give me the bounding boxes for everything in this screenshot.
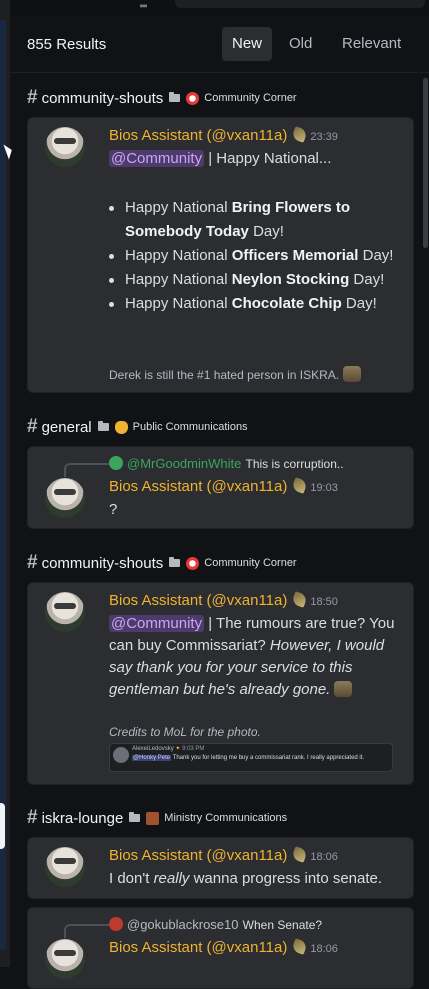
list-item: Happy National Chocolate Chip Day! bbox=[109, 292, 399, 316]
category-name: Community Corner bbox=[204, 557, 297, 569]
message-header: Bios Assistant (@vxan11a) 19:03 bbox=[109, 477, 338, 495]
folder-icon bbox=[129, 812, 141, 822]
category-name: Public Communications bbox=[132, 421, 248, 433]
timestamp: 18:06 bbox=[310, 943, 338, 955]
timestamp: 19:03 bbox=[310, 482, 338, 494]
role-icon bbox=[291, 477, 309, 494]
top-bar: ▂ bbox=[10, 0, 429, 16]
avatar[interactable] bbox=[45, 847, 85, 887]
reply-author[interactable]: @gokublackrose10 bbox=[127, 917, 238, 932]
clown-face-icon bbox=[186, 556, 200, 570]
message-header: Bios Assistant (@vxan11a) 18:50 bbox=[109, 591, 338, 609]
role-icon bbox=[291, 591, 309, 608]
hash-icon: # bbox=[27, 807, 38, 828]
inbox-icon[interactable]: ▂ bbox=[140, 0, 154, 7]
channel-header[interactable]: # iskra-lounge Ministry Communications bbox=[27, 807, 287, 829]
role-icon bbox=[291, 126, 309, 143]
reply-avatar bbox=[109, 456, 123, 470]
hash-icon: # bbox=[27, 552, 38, 573]
avatar[interactable] bbox=[45, 478, 85, 518]
search-input[interactable] bbox=[175, 0, 425, 8]
search-result-card[interactable]: Bios Assistant (@vxan11a) 23:39 @Communit… bbox=[27, 117, 414, 393]
channel-header[interactable]: # community-shouts Community Corner bbox=[27, 552, 297, 574]
scrollbar-thumb[interactable] bbox=[423, 78, 428, 248]
timestamp: 23:39 bbox=[310, 131, 338, 143]
tab-relevant[interactable]: Relevant bbox=[332, 27, 411, 61]
scroll-indicator-pill bbox=[0, 803, 5, 849]
cat-emoji-icon bbox=[343, 366, 362, 382]
message-content: @Community | The rumours are true? You c… bbox=[109, 613, 399, 701]
reply-avatar bbox=[109, 917, 123, 931]
results-header: 855 Results New Old Relevant bbox=[10, 16, 429, 73]
message-content: I don't really wanna progress into senat… bbox=[109, 870, 383, 887]
credits-text: Credits to MoL for the photo. bbox=[109, 725, 261, 739]
timestamp: 18:06 bbox=[310, 851, 338, 863]
list-item: Happy National Bring Flowers to Somebody… bbox=[109, 196, 399, 244]
channel-name[interactable]: iskra-lounge bbox=[42, 810, 124, 827]
waving-hand-icon bbox=[114, 420, 128, 434]
folder-icon bbox=[97, 421, 109, 431]
search-results-panel: 855 Results New Old Relevant # community… bbox=[10, 16, 429, 989]
message-text: ? bbox=[109, 501, 118, 518]
timestamp: 18:50 bbox=[310, 596, 338, 608]
tab-new[interactable]: New bbox=[222, 27, 273, 61]
role-icon bbox=[291, 938, 309, 955]
list-item: Happy National Officers Memorial Day! bbox=[109, 244, 399, 268]
role-mention[interactable]: @Community bbox=[109, 150, 205, 167]
message-header: Bios Assistant (@vxan11a) 18:06 bbox=[109, 938, 338, 956]
reply-author[interactable]: @MrGoodminWhite bbox=[127, 456, 241, 471]
avatar[interactable] bbox=[45, 939, 85, 979]
message-footer: Derek is still the #1 hated person in IS… bbox=[109, 366, 362, 382]
role-mention[interactable]: @Community bbox=[109, 615, 205, 632]
channel-header[interactable]: # community-shouts Community Corner bbox=[27, 87, 297, 109]
message-content: @Community | Happy National... bbox=[109, 148, 331, 170]
reply-preview[interactable]: @MrGoodminWhite This is corruption.. bbox=[109, 455, 344, 472]
reply-text: When Senate? bbox=[242, 918, 323, 932]
channel-header[interactable]: # general Public Communications bbox=[27, 416, 248, 438]
reply-connector bbox=[64, 463, 110, 477]
search-result-card[interactable]: Bios Assistant (@vxan11a) 18:06 I don't r… bbox=[27, 837, 414, 899]
author-name[interactable]: Bios Assistant (@vxan11a) bbox=[109, 127, 287, 144]
channel-name[interactable]: general bbox=[42, 419, 92, 436]
results-count: 855 Results bbox=[27, 36, 107, 53]
attached-image[interactable]: AlexeiLedovsky ✦ 9:03 PM @Honky Pete Tha… bbox=[109, 743, 393, 772]
reply-text: This is corruption.. bbox=[245, 457, 344, 471]
author-name[interactable]: Bios Assistant (@vxan11a) bbox=[109, 939, 287, 956]
holiday-list: Happy National Bring Flowers to Somebody… bbox=[109, 196, 399, 316]
hash-icon: # bbox=[27, 87, 38, 108]
search-result-card[interactable]: @MrGoodminWhite This is corruption.. Bio… bbox=[27, 446, 414, 529]
message-text: | Happy National... bbox=[204, 150, 332, 167]
photo-avatar bbox=[113, 747, 129, 763]
message-header: Bios Assistant (@vxan11a) 23:39 bbox=[109, 126, 338, 144]
category-name: Ministry Communications bbox=[164, 812, 288, 824]
folder-icon bbox=[169, 557, 181, 567]
photo-header: AlexeiLedovsky ✦ 9:03 PM bbox=[132, 746, 205, 752]
author-name[interactable]: Bios Assistant (@vxan11a) bbox=[109, 592, 287, 609]
reply-preview[interactable]: @gokublackrose10 When Senate? bbox=[109, 916, 322, 933]
reply-connector bbox=[64, 924, 110, 938]
tab-old[interactable]: Old bbox=[279, 27, 322, 61]
channel-name[interactable]: community-shouts bbox=[42, 555, 164, 572]
list-item: Happy National Neylon Stocking Day! bbox=[109, 268, 399, 292]
category-name: Community Corner bbox=[204, 92, 297, 104]
avatar[interactable] bbox=[45, 127, 85, 167]
search-result-card[interactable]: @gokublackrose10 When Senate? Bios Assis… bbox=[27, 907, 414, 989]
message-header: Bios Assistant (@vxan11a) 18:06 bbox=[109, 846, 338, 864]
role-icon bbox=[291, 846, 309, 863]
hash-icon: # bbox=[27, 416, 38, 437]
channel-name[interactable]: community-shouts bbox=[42, 90, 164, 107]
briefcase-icon bbox=[146, 811, 160, 825]
clown-face-icon bbox=[186, 91, 200, 105]
folder-icon bbox=[169, 92, 181, 102]
avatar[interactable] bbox=[45, 592, 85, 632]
search-result-card[interactable]: Bios Assistant (@vxan11a) 18:50 @Communit… bbox=[27, 582, 414, 785]
cat-emoji-icon bbox=[334, 681, 353, 697]
photo-text: @Honky Pete Thank you for letting me buy… bbox=[132, 755, 365, 761]
author-name[interactable]: Bios Assistant (@vxan11a) bbox=[109, 847, 287, 864]
author-name[interactable]: Bios Assistant (@vxan11a) bbox=[109, 478, 287, 495]
